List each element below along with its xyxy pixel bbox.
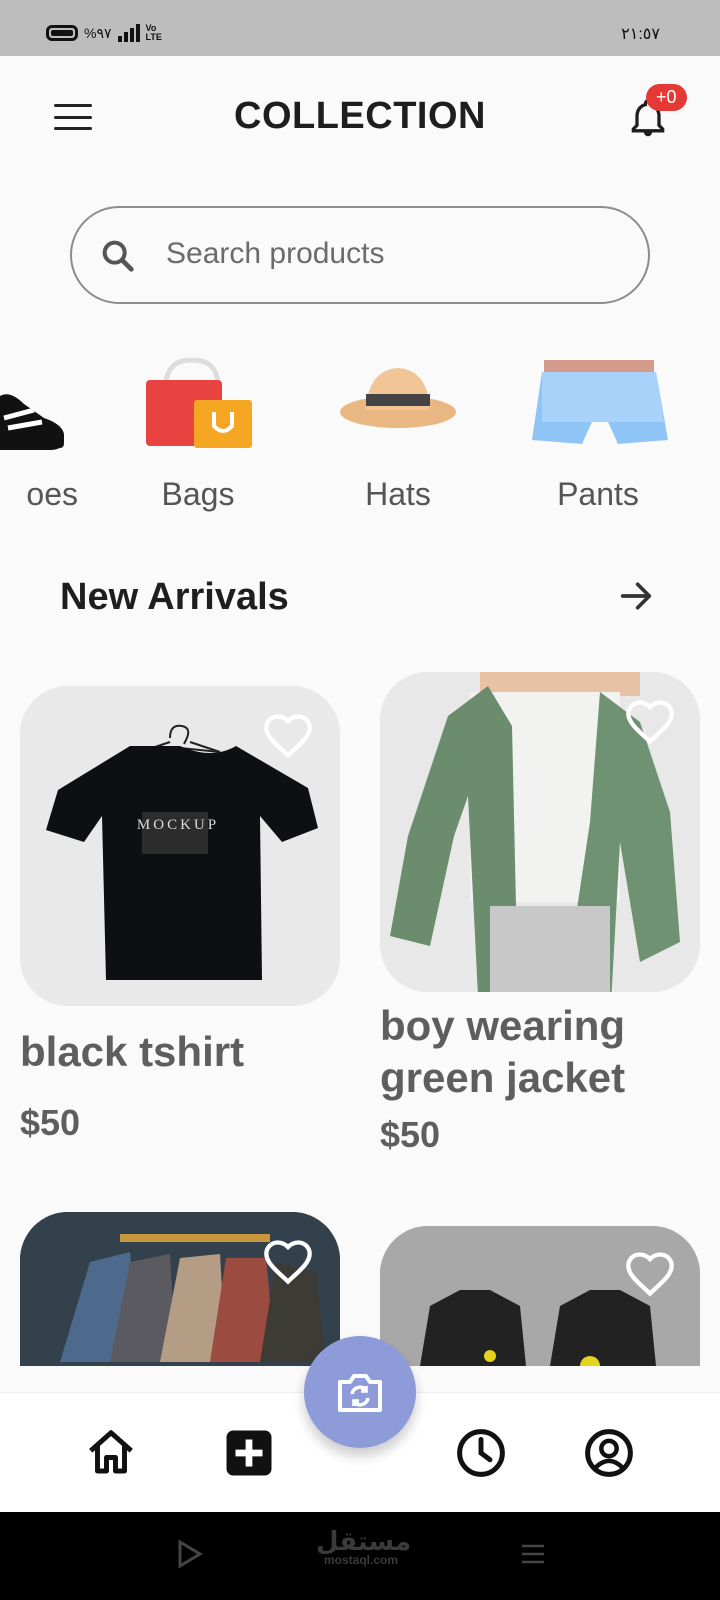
play-icon[interactable] — [176, 1538, 204, 1570]
home-icon[interactable] — [84, 1426, 138, 1480]
signal-icon — [117, 24, 140, 42]
page-title: COLLECTION — [234, 95, 486, 137]
heart-icon[interactable] — [624, 1250, 676, 1298]
bags-icon — [146, 357, 252, 448]
category-shoes[interactable]: oes — [0, 356, 80, 512]
add-icon[interactable] — [222, 1426, 276, 1480]
search-input[interactable] — [166, 228, 606, 280]
shoes-icon — [0, 394, 64, 450]
category-label: Bags — [161, 476, 235, 512]
mockup-text: MOCKUP — [137, 817, 219, 833]
section-title-new-arrivals: New Arrivals — [60, 576, 289, 618]
product-card-image[interactable] — [20, 1212, 340, 1366]
status-time: ٢١:٥٧ — [621, 26, 660, 43]
product-name: boy wearing green jacket — [380, 1002, 626, 1101]
menu-lines-icon[interactable] — [520, 1542, 546, 1566]
battery-percent: %٩٧ — [84, 24, 112, 41]
category-hats[interactable]: Hats — [318, 356, 478, 512]
heart-icon[interactable] — [624, 698, 676, 746]
heart-icon[interactable] — [262, 1238, 314, 1286]
search-icon — [102, 240, 134, 272]
category-pants[interactable]: Pants — [518, 356, 678, 512]
profile-icon[interactable] — [582, 1426, 636, 1480]
camera-switch-icon — [338, 1374, 382, 1412]
product-price: $50 — [380, 1114, 441, 1155]
category-label: oes — [26, 476, 78, 512]
arrow-right-icon[interactable] — [616, 576, 656, 616]
category-label: Hats — [365, 476, 431, 512]
volte-label: Vo LTE — [145, 23, 162, 42]
product-price: $50 — [20, 1102, 81, 1143]
search-bar[interactable] — [70, 206, 650, 304]
camera-fab-button[interactable] — [304, 1336, 416, 1448]
category-bags[interactable]: Bags — [118, 356, 278, 512]
history-icon[interactable] — [454, 1426, 508, 1480]
pants-icon — [532, 360, 668, 444]
jackets-rack-image — [20, 1212, 340, 1366]
notification-badge: +0 — [646, 84, 687, 111]
status-bar: %٩٧ Vo LTE ٢١:٥٧ — [0, 0, 720, 56]
battery-icon — [46, 25, 78, 41]
status-icons: %٩٧ Vo LTE — [46, 23, 162, 42]
product-name: black tshirt — [20, 1028, 245, 1075]
hat-icon — [340, 368, 456, 428]
heart-icon[interactable] — [262, 712, 314, 760]
watermark-logo: مستقل mostaql.com — [316, 1526, 412, 1567]
category-label: Pants — [557, 476, 639, 512]
